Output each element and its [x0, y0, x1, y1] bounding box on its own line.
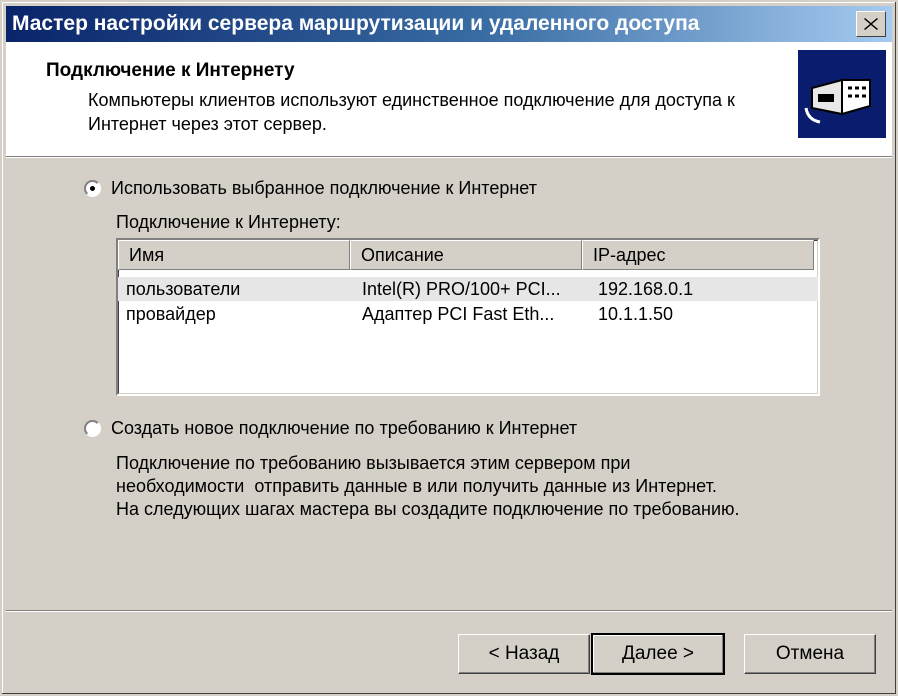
demand-dial-description: Подключение по требованию вызывается эти… — [116, 452, 836, 521]
row-description: Intel(R) PRO/100+ PCI... — [362, 279, 561, 299]
footer-divider-highlight — [6, 611, 892, 612]
row-name: пользователи — [126, 279, 241, 299]
demand-dial-line-3: На следующих шагах мастера вы создадите … — [116, 499, 740, 519]
row-name: провайдер — [126, 304, 216, 324]
page-title: Подключение к Интернету — [46, 60, 295, 81]
window-title: Мастер настройки сервера маршрутизации и… — [12, 12, 700, 35]
title-bar[interactable]: Мастер настройки сервера маршрутизации и… — [6, 6, 892, 42]
connections-label: Подключение к Интернету: — [116, 212, 341, 232]
row-description: Адаптер PCI Fast Eth... — [362, 304, 555, 324]
column-header-ip[interactable]: IP-адрес — [582, 240, 814, 270]
close-button[interactable] — [856, 11, 886, 37]
create-new-radio[interactable]: Создать новое подключение по требованию … — [84, 418, 577, 439]
wizard-window: Мастер настройки сервера маршрутизации и… — [0, 0, 898, 696]
close-icon — [864, 18, 878, 30]
page-description: Компьютеры клиентов используют единствен… — [88, 90, 735, 134]
table-row[interactable]: провайдер Адаптер PCI Fast Eth... 10.1.1… — [118, 302, 818, 326]
row-ip: 10.1.1.50 — [598, 304, 674, 324]
list-header: Имя Описание IP-адрес — [118, 240, 818, 270]
wizard-header: Подключение к Интернету Компьютеры клиен… — [6, 42, 892, 157]
cancel-button[interactable]: Отмена — [744, 634, 876, 674]
use-existing-label: Использовать выбранное подключение к Инт… — [111, 178, 537, 198]
column-header-name[interactable]: Имя — [118, 240, 350, 270]
next-button[interactable]: Далее > — [591, 633, 725, 675]
demand-dial-line-1: Подключение по требованию вызывается эти… — [116, 453, 631, 473]
radio-button-unchecked[interactable] — [84, 420, 101, 437]
create-new-label: Создать новое подключение по требованию … — [111, 418, 578, 438]
connections-list[interactable]: Имя Описание IP-адрес пользователи Intel… — [116, 238, 820, 396]
table-row[interactable]: пользователи Intel(R) PRO/100+ PCI... 19… — [118, 277, 818, 301]
network-connection-icon — [798, 50, 886, 138]
back-button[interactable]: < Назад — [458, 634, 590, 674]
header-divider — [6, 157, 892, 158]
radio-button-checked[interactable] — [84, 180, 101, 197]
demand-dial-line-2: необходимости отправить данные в или пол… — [116, 476, 717, 496]
row-ip: 192.168.0.1 — [598, 279, 694, 299]
column-header-description[interactable]: Описание — [350, 240, 582, 270]
use-existing-radio[interactable]: Использовать выбранное подключение к Инт… — [84, 178, 537, 199]
